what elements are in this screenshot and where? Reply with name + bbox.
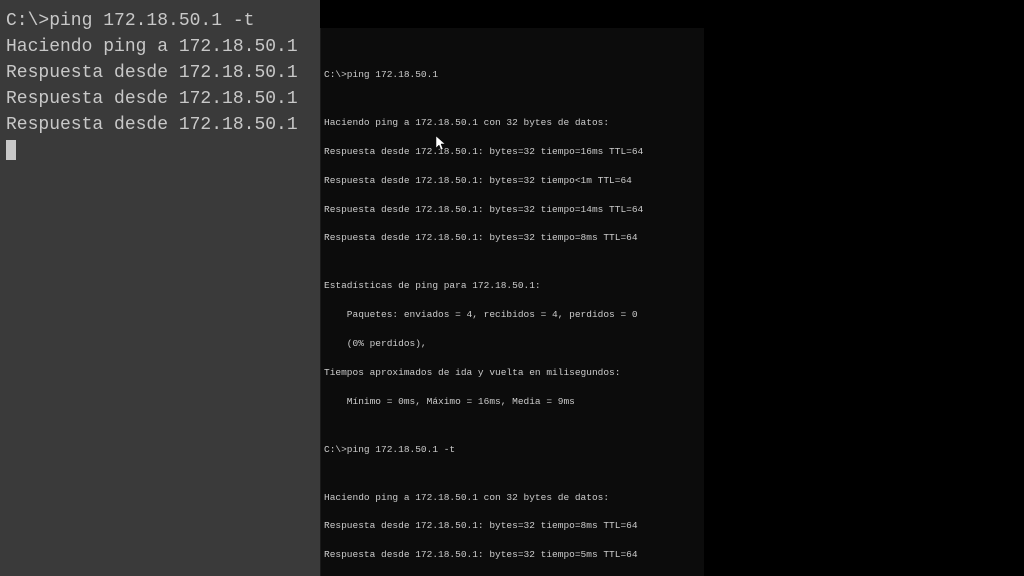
fg-line: C:\>ping 172.18.50.1 [324,70,701,80]
fg-line: Tiempos aproximados de ida y vuelta en m… [324,368,701,378]
bg-line: Respuesta desde 172.18.50.1 [6,86,314,112]
fg-line: Respuesta desde 172.18.50.1: bytes=32 ti… [324,147,701,157]
fg-line: (0% perdidos), [324,339,701,349]
fg-line: Respuesta desde 172.18.50.1: bytes=32 ti… [324,233,701,243]
fg-line: Haciendo ping a 172.18.50.1 con 32 bytes… [324,118,701,128]
right-black-region [704,0,1024,576]
fg-line: Haciendo ping a 172.18.50.1 con 32 bytes… [324,493,701,503]
fg-line: Respuesta desde 172.18.50.1: bytes=32 ti… [324,205,701,215]
background-terminal[interactable]: C:\>ping 172.18.50.1 -t Haciendo ping a … [0,0,320,576]
fg-line: Paquetes: enviados = 4, recibidos = 4, p… [324,310,701,320]
fg-line: Estadísticas de ping para 172.18.50.1: [324,281,701,291]
bg-line: Respuesta desde 172.18.50.1 [6,112,314,138]
fg-line: Respuesta desde 172.18.50.1: bytes=32 ti… [324,550,701,560]
cursor-block-icon [6,140,16,160]
foreground-terminal[interactable]: C:\>ping 172.18.50.1 Haciendo ping a 172… [320,28,704,576]
fg-line: Respuesta desde 172.18.50.1: bytes=32 ti… [324,521,701,531]
bg-line: Respuesta desde 172.18.50.1 [6,60,314,86]
bg-cursor-line [6,138,314,164]
bg-line: C:\>ping 172.18.50.1 -t [6,8,314,34]
fg-line: C:\>ping 172.18.50.1 -t [324,445,701,455]
fg-line: Mínimo = 0ms, Máximo = 16ms, Media = 9ms [324,397,701,407]
fg-line: Respuesta desde 172.18.50.1: bytes=32 ti… [324,176,701,186]
bg-line: Haciendo ping a 172.18.50.1 [6,34,314,60]
